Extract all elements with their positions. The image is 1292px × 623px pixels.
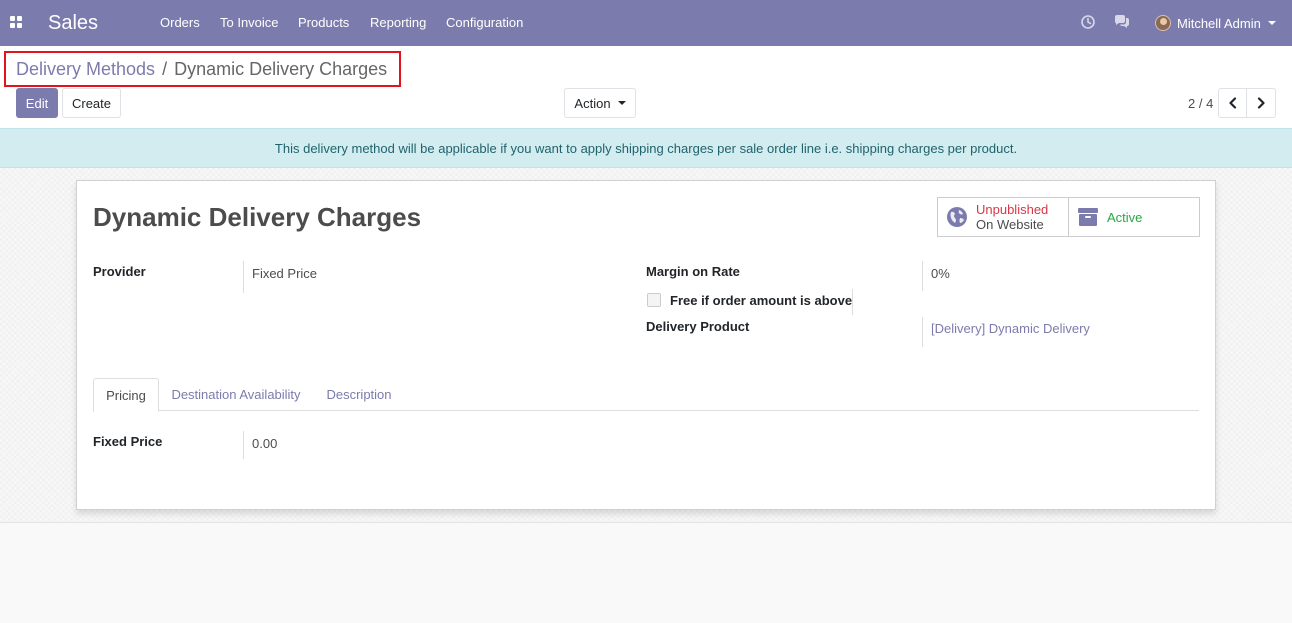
active-toggle-button[interactable]: Active [1068, 198, 1199, 236]
fixed-price-label: Fixed Price [93, 434, 163, 449]
edit-button[interactable]: Edit [16, 88, 58, 118]
info-alert-text: This delivery method will be applicable … [274, 140, 1018, 156]
website-publish-button[interactable]: Unpublished On Website [938, 198, 1068, 236]
form-sheet: Dynamic Delivery Charges Unpublished On … [76, 180, 1216, 510]
chat-icon[interactable] [1114, 14, 1130, 30]
delivery-product-link[interactable]: [Delivery] Dynamic Delivery [931, 321, 1090, 336]
user-menu[interactable]: Mitchell Admin [1155, 13, 1276, 33]
archive-icon [1078, 208, 1098, 226]
breadcrumb-parent-link[interactable]: Delivery Methods [16, 59, 155, 80]
publish-target: On Website [976, 217, 1044, 232]
control-panel: Delivery Methods / Dynamic Delivery Char… [0, 46, 1292, 128]
field-divider [243, 261, 244, 293]
button-box: Unpublished On Website Active [937, 197, 1200, 237]
field-divider [243, 431, 244, 459]
field-divider [852, 289, 853, 315]
chevron-left-icon [1229, 97, 1237, 109]
free-over-label: Free if order amount is above [670, 293, 853, 308]
apps-icon[interactable] [10, 16, 22, 28]
breadcrumb: Delivery Methods / Dynamic Delivery Char… [4, 51, 401, 87]
info-alert: This delivery method will be applicable … [0, 128, 1292, 168]
free-over-checkbox[interactable] [647, 293, 661, 307]
action-dropdown[interactable]: Action [564, 88, 636, 118]
record-title: Dynamic Delivery Charges [93, 202, 422, 232]
menu-to-invoice[interactable]: To Invoice [220, 15, 279, 31]
field-divider [922, 261, 923, 291]
menu-reporting[interactable]: Reporting [370, 15, 426, 31]
menu-products[interactable]: Products [298, 15, 349, 31]
user-name: Mitchell Admin [1177, 15, 1261, 31]
provider-label: Provider [93, 264, 146, 279]
menu-configuration[interactable]: Configuration [446, 15, 523, 31]
active-label: Active [1107, 209, 1143, 225]
create-button[interactable]: Create [62, 88, 121, 118]
tab-description[interactable]: Description [317, 378, 401, 411]
action-label: Action [574, 95, 611, 111]
tab-pricing[interactable]: Pricing [93, 378, 159, 412]
margin-on-rate-label: Margin on Rate [646, 264, 740, 279]
pager-previous-button[interactable] [1218, 88, 1248, 118]
breadcrumb-separator: / [162, 58, 168, 79]
caret-down-icon [617, 101, 626, 105]
avatar [1155, 15, 1171, 31]
field-divider [922, 317, 923, 347]
breadcrumb-current: Dynamic Delivery Charges [174, 58, 388, 79]
globe-icon [947, 207, 967, 227]
chevron-right-icon [1257, 97, 1265, 109]
menu-orders[interactable]: Orders [160, 15, 200, 31]
clock-icon[interactable] [1080, 14, 1096, 30]
pager-value[interactable]: 2 / 4 [1188, 96, 1213, 111]
publish-status: Unpublished [976, 202, 1049, 217]
delivery-product-label: Delivery Product [646, 319, 750, 334]
caret-down-icon [1267, 21, 1276, 25]
tab-destination-availability[interactable]: Destination Availability [163, 378, 309, 411]
provider-value[interactable]: Fixed Price [252, 266, 317, 281]
notebook-tabs: Pricing Destination Availability Descrip… [93, 378, 1199, 412]
pager-next-button[interactable] [1246, 88, 1276, 118]
margin-on-rate-value[interactable]: 0% [931, 266, 950, 281]
app-name[interactable]: Sales [48, 11, 98, 35]
top-navbar: Sales Orders To Invoice Products Reporti… [0, 0, 1292, 46]
fixed-price-value[interactable]: 0.00 [252, 436, 277, 451]
